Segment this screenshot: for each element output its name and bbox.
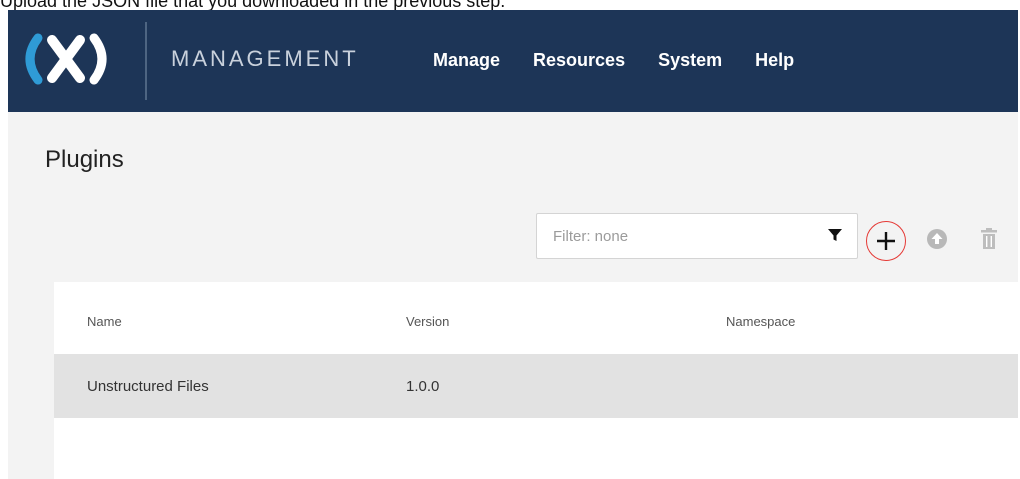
column-header-version[interactable]: Version: [406, 314, 449, 329]
cdap-logo-icon[interactable]: [16, 28, 116, 90]
nav-item-resources[interactable]: Resources: [533, 50, 625, 71]
table-row[interactable]: Unstructured Files 1.0.0: [54, 354, 1018, 418]
filter-box[interactable]: [536, 213, 858, 259]
product-name: MANAGEMENT: [171, 46, 359, 71]
filter-icon[interactable]: [827, 227, 843, 243]
trash-icon[interactable]: [980, 228, 998, 250]
cell-version: 1.0.0: [406, 378, 440, 395]
cell-name: Unstructured Files: [87, 378, 209, 395]
table-header: Name Version Namespace: [54, 282, 1018, 354]
plugins-table: Name Version Namespace Unstructured File…: [54, 282, 1018, 479]
app-window: MANAGEMENT Manage Resources System Help …: [8, 10, 1018, 479]
column-header-name[interactable]: Name: [87, 314, 122, 329]
nav-item-manage[interactable]: Manage: [433, 50, 500, 71]
plus-icon: [877, 232, 895, 250]
nav-item-help[interactable]: Help: [755, 50, 794, 71]
main-nav: Manage Resources System Help: [433, 50, 827, 71]
column-header-namespace[interactable]: Namespace: [726, 314, 795, 329]
filter-input[interactable]: [551, 227, 805, 246]
logo-divider: [145, 22, 147, 100]
page-title: Plugins: [45, 146, 124, 173]
nav-item-system[interactable]: System: [658, 50, 722, 71]
top-navigation-bar: MANAGEMENT Manage Resources System Help: [8, 10, 1018, 112]
upload-icon[interactable]: [926, 228, 948, 250]
add-plugin-button[interactable]: [866, 221, 906, 261]
